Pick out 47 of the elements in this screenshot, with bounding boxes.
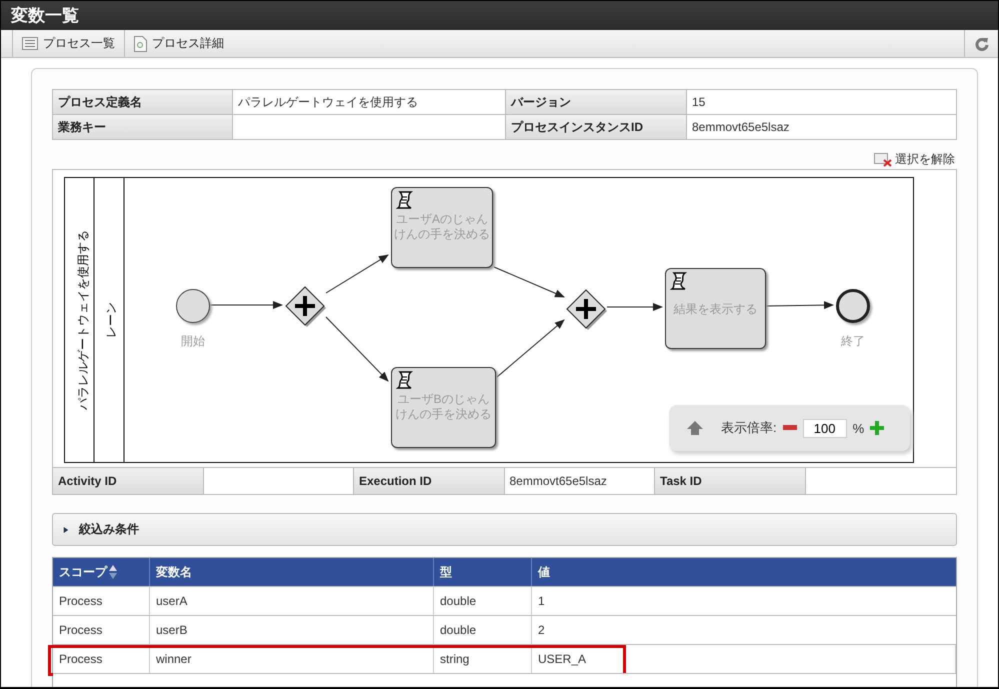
task-label: ユーザAのじゃんけんの手を決める: [393, 212, 491, 242]
script-icon: [396, 191, 413, 209]
flow-arrow: [764, 301, 834, 310]
field-label: プロセスインスタンスID: [506, 115, 687, 139]
column-header[interactable]: 値: [532, 558, 956, 586]
field-value: 8emmovt65e5lsaz: [504, 468, 655, 494]
toolbar-button[interactable]: プロセス詳細: [124, 30, 233, 57]
zoom-label: 表示倍率:: [721, 419, 777, 437]
field-label: Task ID: [655, 468, 806, 494]
script-icon: [396, 371, 413, 389]
field-label: 業務キー: [53, 115, 233, 139]
task-label: ユーザBのじゃんけんの手を決める: [394, 392, 492, 422]
parallel-gateway: [285, 286, 327, 328]
field-label: Execution ID: [354, 468, 504, 494]
field-label: バージョン: [506, 90, 687, 114]
event-label: 開始: [180, 333, 206, 350]
flow-arrow: [326, 254, 389, 294]
sort-icon: [109, 565, 117, 579]
flow-arrow: [494, 266, 565, 298]
field-label: Activity ID: [53, 468, 204, 494]
script-icon: [670, 272, 687, 290]
event-label: 終了: [840, 333, 866, 350]
deselect-link[interactable]: 選択を解除: [874, 151, 955, 168]
flow-arrow: [496, 319, 565, 378]
flow-arrow: [606, 303, 663, 311]
flow-arrow: [326, 316, 389, 382]
table-cell-text: 2: [537, 622, 546, 639]
filter-panel[interactable]: 絞込み条件: [52, 513, 957, 546]
zoom-in-icon[interactable]: [870, 421, 884, 435]
start-event: [176, 289, 210, 323]
pool-label: パラレルゲートウェイを使用する: [76, 230, 90, 410]
zoom-unit: %: [852, 420, 864, 436]
deselect-icon: [874, 152, 892, 166]
document-icon: [134, 36, 147, 52]
lane-label: レーン: [104, 302, 118, 338]
toolbar-button[interactable]: プロセス一覧: [12, 30, 124, 57]
list-icon: [22, 37, 38, 50]
zoom-field[interactable]: 100: [802, 418, 847, 438]
refresh-icon: [974, 36, 988, 50]
zoom-out-icon[interactable]: [782, 425, 797, 431]
end-event: [836, 289, 870, 323]
parallel-gateway: [566, 289, 608, 331]
window-title: 変数一覧: [11, 5, 79, 27]
task-label: 結果を表示する: [672, 302, 758, 317]
field-label: プロセス定義名: [53, 90, 233, 114]
filter-label: 絞込み条件: [79, 521, 139, 538]
table-cell-text: 1: [537, 593, 546, 610]
